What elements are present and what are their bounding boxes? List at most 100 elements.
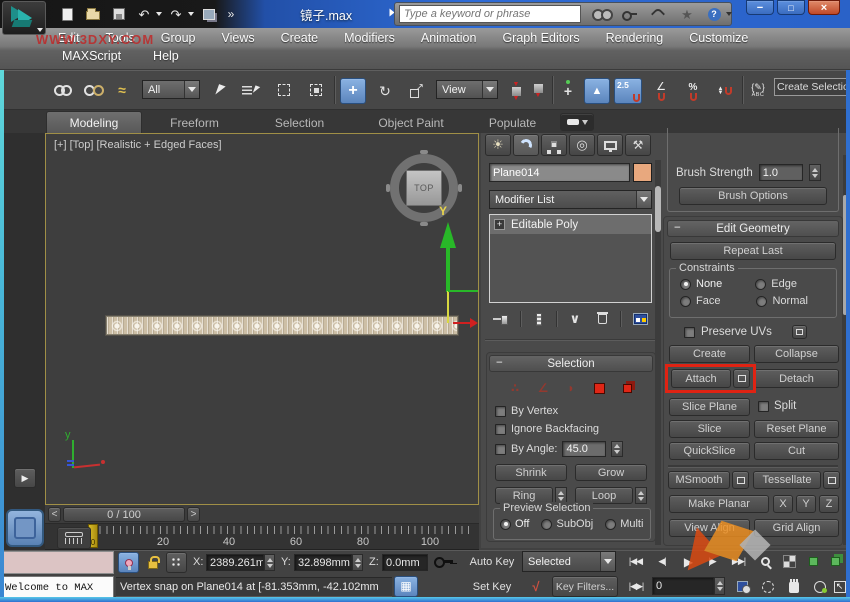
keyboard-shortcut-override-button[interactable] bbox=[584, 78, 610, 104]
viewport-label[interactable]: [+] [Top] [Realistic + Edged Faces] bbox=[54, 139, 222, 151]
grid-snap-indicator-button[interactable] bbox=[394, 576, 418, 597]
menu-rendering[interactable]: Rendering bbox=[606, 31, 664, 45]
edit-geometry-header[interactable]: − Edit Geometry bbox=[667, 220, 839, 237]
isolate-selection-toggle[interactable] bbox=[118, 552, 139, 573]
tab-utilities[interactable] bbox=[625, 134, 651, 156]
key-mode-toggle[interactable] bbox=[623, 576, 649, 597]
y-coord-field[interactable]: 32.898mm bbox=[294, 554, 352, 571]
zoom-extents-button[interactable] bbox=[803, 551, 824, 572]
slice-plane-button[interactable]: Slice Plane bbox=[669, 398, 750, 416]
stack-item-editable-poly[interactable]: + Editable Poly bbox=[490, 215, 651, 234]
redo-button[interactable] bbox=[166, 4, 186, 24]
next-frame-button[interactable] bbox=[702, 551, 722, 572]
by-vertex-checkbox[interactable] bbox=[495, 406, 506, 417]
use-pivot-point-center-button[interactable]: ▼▼ bbox=[506, 78, 526, 104]
minimize-button[interactable]: − bbox=[746, 0, 774, 15]
view-align-button[interactable]: View Align bbox=[669, 519, 750, 537]
create-selection-set-field[interactable]: Create Selection bbox=[774, 78, 848, 96]
make-planar-button[interactable]: Make Planar bbox=[669, 495, 769, 513]
login-button[interactable] bbox=[617, 5, 641, 23]
menu-group[interactable]: Group bbox=[161, 31, 196, 45]
toolbar-overflow-button[interactable] bbox=[224, 4, 238, 24]
favorites-button[interactable] bbox=[675, 5, 699, 23]
make-unique-button[interactable] bbox=[565, 310, 584, 329]
pan-region-button[interactable] bbox=[757, 576, 779, 597]
orbit-button[interactable] bbox=[809, 576, 831, 597]
pin-stack-button[interactable] bbox=[489, 310, 512, 329]
preview-subobj-radio[interactable] bbox=[541, 519, 552, 530]
scene-object-plane014[interactable] bbox=[106, 316, 458, 335]
brush-strength-field[interactable]: 1.0 bbox=[759, 164, 803, 181]
loop-spinner[interactable] bbox=[635, 487, 647, 504]
subobject-polygon-button[interactable] bbox=[588, 379, 610, 397]
make-planar-y-button[interactable]: Y bbox=[796, 495, 816, 513]
time-slider-block[interactable]: 0 / 100 bbox=[63, 507, 185, 522]
modifier-stack[interactable]: + Editable Poly bbox=[489, 214, 652, 303]
make-planar-x-button[interactable]: X bbox=[773, 495, 793, 513]
show-end-result-button[interactable] bbox=[529, 310, 548, 329]
close-button[interactable]: × bbox=[808, 0, 840, 15]
menu-help[interactable]: Help bbox=[153, 49, 179, 63]
spinner-snap-button[interactable]: ▲▼ bbox=[712, 78, 738, 104]
select-and-manipulate-button[interactable]: + bbox=[556, 78, 580, 104]
select-object-button[interactable] bbox=[208, 78, 232, 102]
gizmo-x-arrowhead[interactable] bbox=[470, 318, 478, 328]
detach-button[interactable]: Detach bbox=[754, 369, 839, 388]
menu-create[interactable]: Create bbox=[281, 31, 319, 45]
angle-snap-button[interactable] bbox=[648, 78, 674, 104]
expand-plus-icon[interactable]: + bbox=[494, 219, 505, 230]
new-file-button[interactable] bbox=[56, 4, 78, 24]
auto-key-button[interactable]: Auto Key bbox=[468, 551, 516, 572]
ribbon-tab-modeling[interactable]: Modeling bbox=[46, 111, 142, 133]
open-file-button[interactable] bbox=[82, 4, 104, 24]
by-angle-checkbox[interactable] bbox=[495, 444, 506, 455]
split-checkbox[interactable] bbox=[758, 401, 769, 412]
angle-value-field[interactable]: 45.0 bbox=[562, 441, 606, 457]
object-color-swatch[interactable] bbox=[633, 163, 652, 182]
dropdown-arrow-icon[interactable] bbox=[482, 81, 497, 98]
grow-button[interactable]: Grow bbox=[575, 464, 647, 481]
msmooth-button[interactable]: MSmooth bbox=[668, 471, 730, 489]
app-logo-button[interactable] bbox=[2, 1, 46, 35]
time-slider-next-button[interactable]: > bbox=[187, 507, 200, 522]
zoom-all-button[interactable] bbox=[779, 551, 800, 572]
selection-rollout-header[interactable]: − Selection bbox=[489, 355, 653, 372]
slice-button[interactable]: Slice bbox=[669, 420, 750, 438]
viewport-layout-tab-button[interactable] bbox=[6, 509, 44, 547]
redo-dropdown-arrow[interactable] bbox=[188, 12, 194, 16]
viewcube-face-top[interactable]: TOP bbox=[406, 170, 442, 206]
tab-motion[interactable] bbox=[569, 134, 595, 156]
ribbon-expand-arrow-button[interactable]: ▶ bbox=[14, 468, 36, 488]
use-selection-center-button[interactable]: ▼ bbox=[528, 78, 548, 104]
dropdown-arrow-icon[interactable] bbox=[600, 552, 615, 571]
window-crossing-button[interactable] bbox=[304, 78, 328, 102]
repeat-last-button[interactable]: Repeat Last bbox=[670, 242, 836, 260]
reset-plane-button[interactable]: Reset Plane bbox=[754, 420, 839, 438]
object-name-field[interactable]: Plane014 bbox=[489, 163, 630, 182]
save-file-button[interactable] bbox=[108, 4, 130, 24]
constraint-none-radio[interactable] bbox=[680, 279, 691, 290]
gizmo-y-shaft[interactable] bbox=[446, 248, 450, 292]
selection-set-dropdown[interactable]: Selected bbox=[522, 551, 616, 572]
z-coord-field[interactable]: 0.0mm bbox=[382, 554, 428, 571]
open-mini-curve-editor-button[interactable] bbox=[57, 527, 91, 549]
maxscript-mini-listener[interactable] bbox=[2, 551, 114, 574]
gizmo-y-arrowhead[interactable] bbox=[440, 222, 456, 248]
preserve-uvs-settings-button[interactable] bbox=[792, 325, 807, 339]
modifier-list-dropdown[interactable]: Modifier List bbox=[489, 190, 652, 209]
tessellate-button[interactable]: Tessellate bbox=[753, 471, 821, 489]
menu-customize[interactable]: Customize bbox=[689, 31, 748, 45]
help-dropdown-arrow[interactable] bbox=[726, 12, 732, 16]
snaps-toggle-button[interactable]: 2.5 bbox=[614, 78, 642, 104]
shrink-button[interactable]: Shrink bbox=[495, 464, 567, 481]
dropdown-arrow-icon[interactable] bbox=[184, 81, 199, 98]
key-filters-button[interactable]: Key Filters... bbox=[552, 576, 618, 597]
undo-button[interactable] bbox=[134, 4, 154, 24]
select-and-move-button[interactable] bbox=[340, 78, 366, 104]
constraint-edge-radio[interactable] bbox=[755, 279, 766, 290]
subobject-border-button[interactable] bbox=[560, 379, 582, 397]
current-frame-field[interactable]: 0 bbox=[652, 577, 714, 595]
gizmo-x-shaft[interactable] bbox=[453, 322, 470, 324]
frame-spinner[interactable] bbox=[714, 577, 725, 595]
constraint-normal-radio[interactable] bbox=[756, 296, 767, 307]
